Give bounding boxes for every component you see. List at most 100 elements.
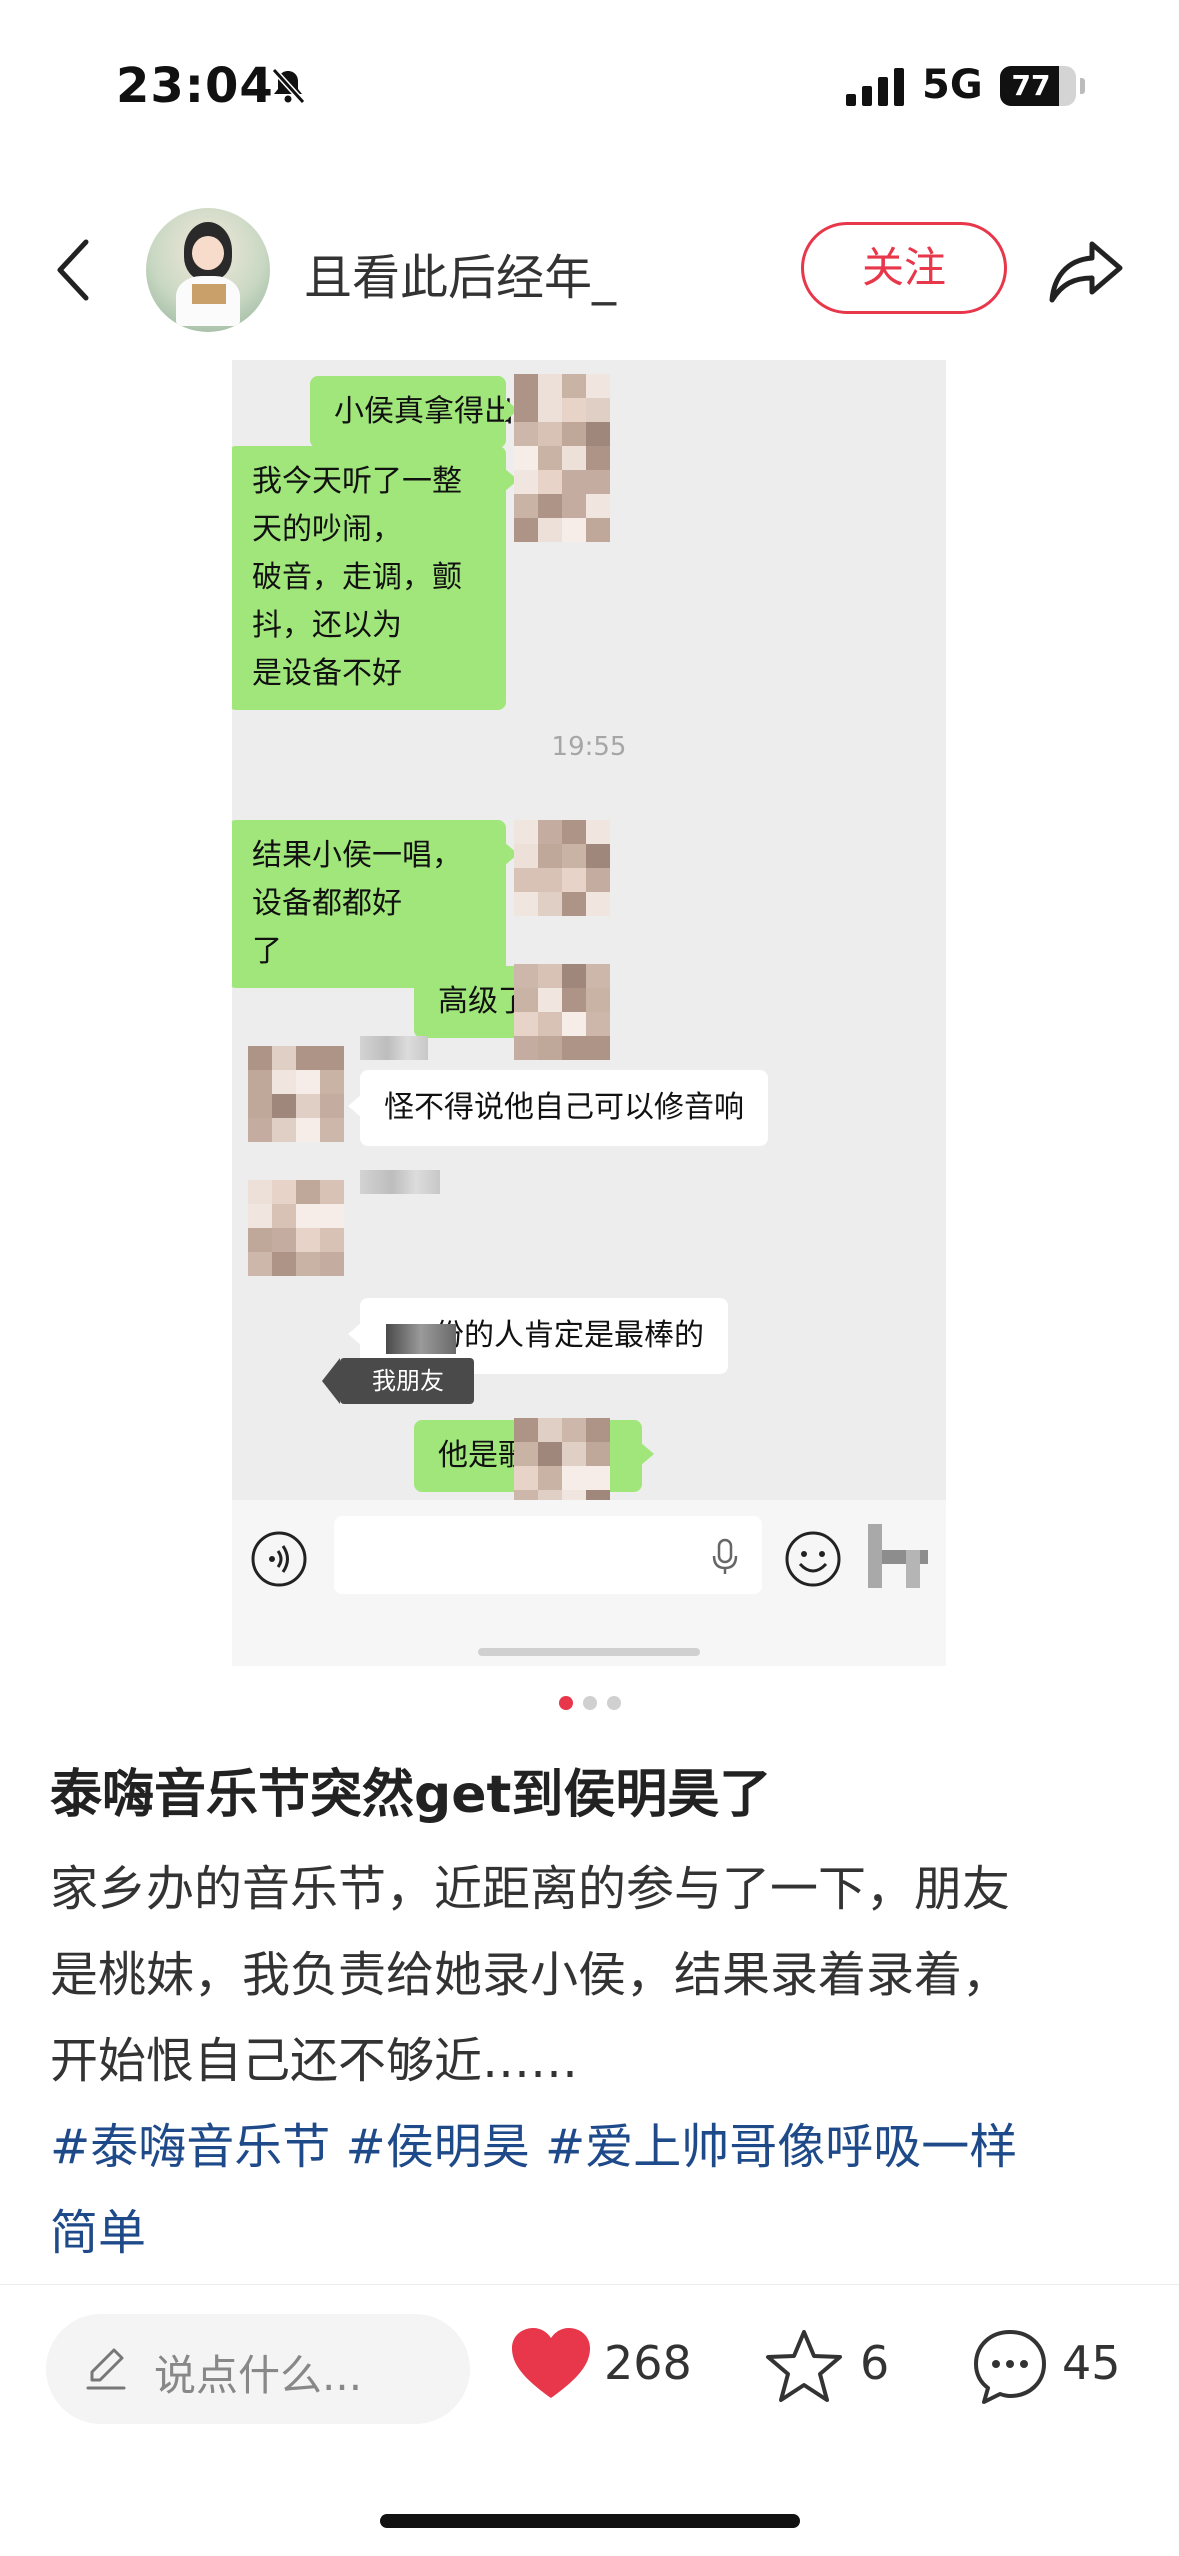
mosaic-pixel: [562, 398, 586, 422]
mosaic-pixel: [538, 844, 562, 868]
mosaic-pixel: [562, 470, 586, 494]
blurred-sender-name: [360, 1170, 440, 1194]
mosaic-pixel: [562, 964, 586, 988]
mosaic-pixel: [586, 494, 610, 518]
image-tag[interactable]: 我朋友: [322, 1358, 474, 1404]
mosaic-pixel: [538, 470, 562, 494]
image-pagination[interactable]: [0, 1696, 1179, 1714]
chat-bubble-received: 怪不得说他自己可以修音响: [348, 1070, 768, 1146]
mosaic-pixel: [248, 1046, 272, 1070]
mosaic-pixel: [562, 820, 586, 844]
comment-bubble-icon[interactable]: [970, 2326, 1050, 2406]
mosaic-pixel: [514, 1442, 538, 1466]
blurred-plus-icon: [868, 1524, 928, 1588]
post-body: 家乡办的音乐节，近距离的参与了一下，朋友 是桃妹，我负责给她录小侯，结果录着录着…: [50, 1846, 1140, 2276]
mosaic-pixel: [320, 1252, 344, 1276]
chat-input-bar: [232, 1500, 946, 1666]
author-name[interactable]: 且看此后经年_: [304, 238, 616, 308]
mosaic-pixel: [320, 1204, 344, 1228]
mosaic-pixel: [538, 1442, 562, 1466]
chat-text-field: [334, 1516, 762, 1594]
avatar[interactable]: [146, 208, 270, 332]
mosaic-pixel: [296, 1046, 320, 1070]
avatar-book: [192, 284, 226, 304]
post-title: 泰嗨音乐节突然get到侯明昊了: [50, 1765, 772, 1825]
blurred-avatar: [248, 1180, 344, 1276]
mosaic-pixel: [514, 1418, 538, 1442]
pagination-dot[interactable]: [606, 1696, 621, 1710]
blurred-avatar: [514, 964, 610, 1060]
mosaic-pixel: [514, 892, 538, 916]
mosaic-pixel: [562, 868, 586, 892]
pagination-dot-active[interactable]: [558, 1696, 573, 1710]
follow-button[interactable]: 关注: [801, 222, 1007, 314]
chat-timestamp: 19:55: [551, 732, 627, 762]
mosaic-pixel: [514, 494, 538, 518]
mosaic-pixel: [514, 1012, 538, 1036]
mosaic-pixel: [514, 844, 538, 868]
post-image-chat[interactable]: 小侯真拿得出手啊 我今天听了一整天的吵闹， 破音，走调，颤抖，还以为 是设备不好…: [232, 360, 946, 1666]
star-count: 6: [860, 2336, 890, 2390]
hashtag-link[interactable]: #爱上帅哥像呼吸一样: [545, 2119, 1017, 2175]
mosaic-pixel: [514, 964, 538, 988]
mosaic-pixel: [562, 1036, 586, 1060]
mosaic-pixel: [296, 1228, 320, 1252]
emoji-icon: [785, 1531, 841, 1587]
mosaic-pixel: [538, 892, 562, 916]
mosaic-pixel: [248, 1180, 272, 1204]
mosaic-pixel: [538, 494, 562, 518]
mosaic-pixel: [248, 1228, 272, 1252]
battery-percent: 77: [1011, 69, 1051, 102]
mosaic-pixel: [586, 1466, 610, 1490]
mosaic-pixel: [586, 470, 610, 494]
comment-input[interactable]: 说点什么...: [46, 2314, 470, 2424]
mosaic-pixel: [538, 446, 562, 470]
mosaic-pixel: [562, 1442, 586, 1466]
mosaic-pixel: [272, 1204, 296, 1228]
hashtag-link[interactable]: #泰嗨音乐节: [50, 2119, 330, 2175]
chevron-left-icon[interactable]: [50, 230, 100, 310]
mosaic-pixel: [586, 446, 610, 470]
redacted-text: [386, 1324, 456, 1354]
microphone-icon: [712, 1538, 738, 1574]
mosaic-pixel: [296, 1094, 320, 1118]
mosaic-pixel: [538, 1036, 562, 1060]
status-bar: 23:04 5G 77: [0, 0, 1179, 175]
mosaic-pixel: [538, 868, 562, 892]
signal-icon: [846, 68, 904, 106]
mosaic-pixel: [586, 1418, 610, 1442]
mosaic-pixel: [248, 1094, 272, 1118]
mosaic-pixel: [538, 1418, 562, 1442]
blurred-avatar: [514, 820, 610, 916]
hashtag-link-continued[interactable]: 简单: [50, 2205, 146, 2261]
mosaic-pixel: [562, 518, 586, 542]
share-icon[interactable]: [1046, 236, 1126, 306]
message-text: 份的人肯定是最棒的: [434, 1318, 704, 1353]
mosaic-pixel: [248, 1252, 272, 1276]
hashtag-line: 简单: [50, 2190, 1140, 2276]
pencil-icon: [86, 2348, 126, 2390]
mosaic-pixel: [562, 374, 586, 398]
status-time: 23:04: [116, 58, 274, 114]
post-body-line: 开始恨自己还不够近……: [50, 2033, 579, 2089]
mosaic-pixel: [538, 988, 562, 1012]
mosaic-pixel: [272, 1180, 296, 1204]
star-icon[interactable]: [764, 2326, 844, 2406]
mosaic-pixel: [586, 964, 610, 988]
mosaic-pixel: [586, 892, 610, 916]
mosaic-pixel: [586, 398, 610, 422]
battery-tip: [1080, 78, 1085, 94]
heart-icon[interactable]: [510, 2326, 592, 2402]
blurred-avatar: [248, 1046, 344, 1142]
post-body-line: 是桃妹，我负责给她录小侯，结果录着录着，: [50, 1947, 1011, 2003]
pagination-dot[interactable]: [582, 1696, 597, 1710]
mosaic-pixel: [538, 374, 562, 398]
mosaic-pixel: [514, 868, 538, 892]
mosaic-pixel: [586, 1012, 610, 1036]
mosaic-pixel: [296, 1204, 320, 1228]
hashtag-link[interactable]: #侯明昊: [346, 2119, 530, 2175]
mosaic-pixel: [586, 1036, 610, 1060]
mosaic-pixel: [320, 1180, 344, 1204]
voice-icon: [251, 1531, 307, 1587]
mosaic-pixel: [272, 1252, 296, 1276]
